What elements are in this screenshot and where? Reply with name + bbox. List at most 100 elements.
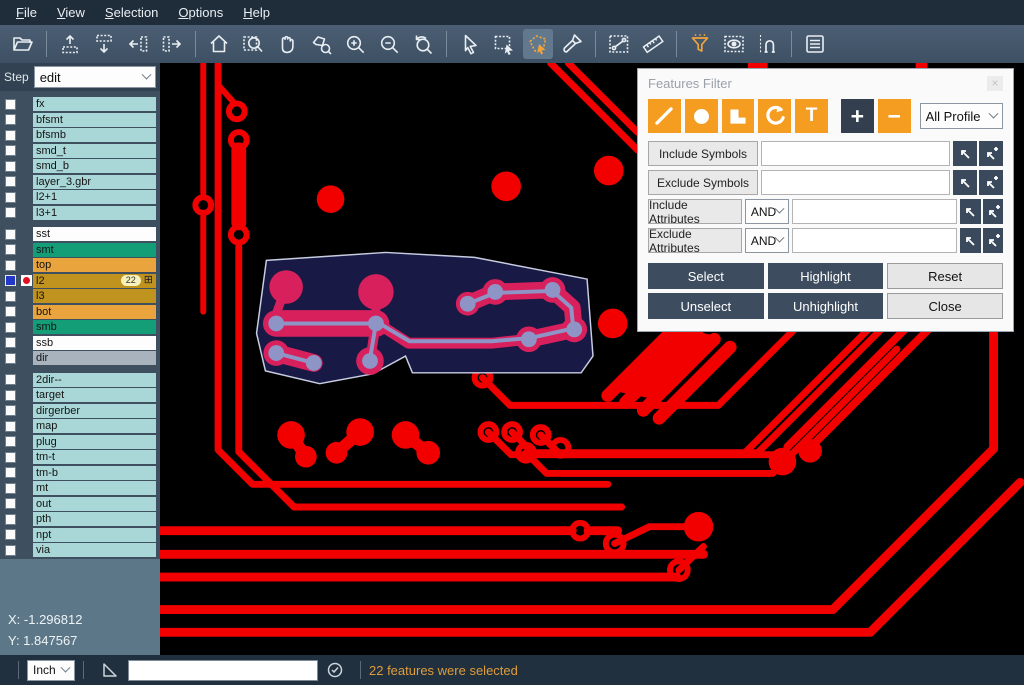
layer-visibility-checkbox[interactable] — [5, 207, 16, 218]
exclude-symbols-button[interactable]: Exclude Symbols — [648, 170, 758, 195]
layer-visibility-checkbox[interactable] — [5, 514, 16, 525]
filter-surface-button[interactable] — [722, 99, 755, 133]
layer-visibility-checkbox[interactable] — [5, 161, 16, 172]
remove-filter-button[interactable]: − — [878, 99, 911, 133]
zoom-window-icon[interactable] — [238, 29, 268, 59]
menu-view[interactable]: View — [47, 3, 95, 22]
layer-visibility-checkbox[interactable] — [5, 275, 16, 286]
measure-ruler-icon[interactable] — [638, 29, 668, 59]
layer-visibility-checkbox[interactable] — [5, 353, 16, 364]
filter-line-button[interactable] — [648, 99, 681, 133]
zoom-object-icon[interactable] — [306, 29, 336, 59]
highlight-button[interactable]: Highlight — [768, 263, 884, 289]
layer-name[interactable]: l3+1 — [33, 206, 156, 220]
include-attributes-input[interactable] — [792, 199, 957, 224]
add-filter-button[interactable]: + — [841, 99, 874, 133]
layer-name[interactable]: mt — [33, 481, 156, 495]
close-icon[interactable]: × — [987, 76, 1003, 91]
view-options-icon[interactable] — [719, 29, 749, 59]
select-rectangle-icon[interactable] — [489, 29, 519, 59]
layer-visibility-checkbox[interactable] — [5, 337, 16, 348]
pan-down-icon[interactable] — [89, 29, 119, 59]
snap-mode-icon[interactable] — [753, 29, 783, 59]
unhighlight-button[interactable]: Unhighlight — [768, 293, 884, 319]
zoom-in-icon[interactable] — [340, 29, 370, 59]
layer-visibility-checkbox[interactable] — [5, 192, 16, 203]
layer-name[interactable]: tm-t — [33, 450, 156, 464]
layer-name[interactable]: 2dir-- — [33, 373, 156, 387]
layer-name[interactable]: layer_3.gbr — [33, 175, 156, 189]
menu-file[interactable]: File — [6, 3, 47, 22]
layer-visibility-checkbox[interactable] — [5, 260, 16, 271]
layer-name[interactable]: sst — [33, 227, 156, 241]
measure-distance-icon[interactable] — [604, 29, 634, 59]
pick-attribute-add-button[interactable] — [983, 199, 1003, 224]
layer-name[interactable]: out — [33, 497, 156, 511]
layer-visibility-checkbox[interactable] — [5, 99, 16, 110]
unit-select[interactable]: Inch — [27, 660, 75, 681]
layer-name[interactable]: npt — [33, 528, 156, 542]
layer-visibility-checkbox[interactable] — [5, 545, 16, 556]
sync-check-icon[interactable] — [326, 661, 344, 679]
include-attributes-button[interactable]: Include Attributes — [648, 199, 742, 224]
dialog-title-bar[interactable]: Features Filter × — [638, 69, 1013, 97]
filter-pad-button[interactable] — [685, 99, 718, 133]
selection-region[interactable] — [257, 252, 593, 383]
pick-symbol-button[interactable] — [953, 170, 977, 195]
exclude-attributes-logic-select[interactable]: AND — [745, 228, 789, 253]
layer-visibility-checkbox[interactable] — [5, 390, 16, 401]
layer-visibility-checkbox[interactable] — [5, 176, 16, 187]
layer-name[interactable]: fx — [33, 97, 156, 111]
layer-visibility-checkbox[interactable] — [5, 483, 16, 494]
zoom-out-icon[interactable] — [374, 29, 404, 59]
layer-name[interactable]: smd_b — [33, 159, 156, 173]
open-folder-icon[interactable] — [8, 29, 38, 59]
include-symbols-input[interactable] — [761, 141, 950, 166]
pick-symbol-button[interactable] — [953, 141, 977, 166]
select-polygon-icon[interactable] — [523, 29, 553, 59]
layer-name[interactable]: bfsmt — [33, 113, 156, 127]
menu-selection[interactable]: Selection — [95, 3, 168, 22]
step-select[interactable]: edit — [34, 66, 156, 88]
layer-visibility-checkbox[interactable] — [5, 467, 16, 478]
layer-name[interactable]: via — [33, 543, 156, 557]
layer-visibility-checkbox[interactable] — [5, 306, 16, 317]
layer-name[interactable]: l222⊞ — [33, 274, 156, 288]
layer-visibility-checkbox[interactable] — [5, 114, 16, 125]
pan-up-icon[interactable] — [55, 29, 85, 59]
layer-name[interactable]: map — [33, 419, 156, 433]
pan-hand-icon[interactable] — [272, 29, 302, 59]
repaint-brush-icon[interactable] — [557, 29, 587, 59]
layer-visibility-checkbox[interactable] — [5, 529, 16, 540]
pick-attribute-button[interactable] — [960, 228, 980, 253]
layer-name[interactable]: top — [33, 258, 156, 272]
features-filter-icon[interactable] — [685, 29, 715, 59]
unselect-button[interactable]: Unselect — [648, 293, 764, 319]
layer-name[interactable]: pth — [33, 512, 156, 526]
layer-visibility-checkbox[interactable] — [5, 498, 16, 509]
reset-button[interactable]: Reset — [887, 263, 1003, 289]
pick-symbol-add-button[interactable] — [979, 170, 1003, 195]
layer-visibility-checkbox[interactable] — [5, 452, 16, 463]
layer-name[interactable]: ssb — [33, 336, 156, 350]
exclude-symbols-input[interactable] — [761, 170, 950, 195]
pick-symbol-add-button[interactable] — [979, 141, 1003, 166]
layer-name[interactable]: l2+1 — [33, 190, 156, 204]
layer-name[interactable]: l3 — [33, 289, 156, 303]
layer-name[interactable]: dir — [33, 351, 156, 365]
layer-visibility-checkbox[interactable] — [5, 145, 16, 156]
layer-visibility-checkbox[interactable] — [5, 130, 16, 141]
layer-name[interactable]: bfsmb — [33, 128, 156, 142]
command-input[interactable] — [128, 660, 318, 681]
exclude-attributes-button[interactable]: Exclude Attributes — [648, 228, 742, 253]
layer-visibility-checkbox[interactable] — [5, 436, 16, 447]
include-symbols-button[interactable]: Include Symbols — [648, 141, 758, 166]
home-view-icon[interactable] — [204, 29, 234, 59]
layer-name[interactable]: dirgerber — [33, 404, 156, 418]
filter-arc-button[interactable] — [758, 99, 791, 133]
snap-angle-icon[interactable] — [100, 660, 120, 680]
layer-name[interactable]: bot — [33, 305, 156, 319]
layer-visibility-checkbox[interactable] — [5, 322, 16, 333]
close-button[interactable]: Close — [887, 293, 1003, 319]
profile-select[interactable]: All Profile — [920, 103, 1003, 129]
